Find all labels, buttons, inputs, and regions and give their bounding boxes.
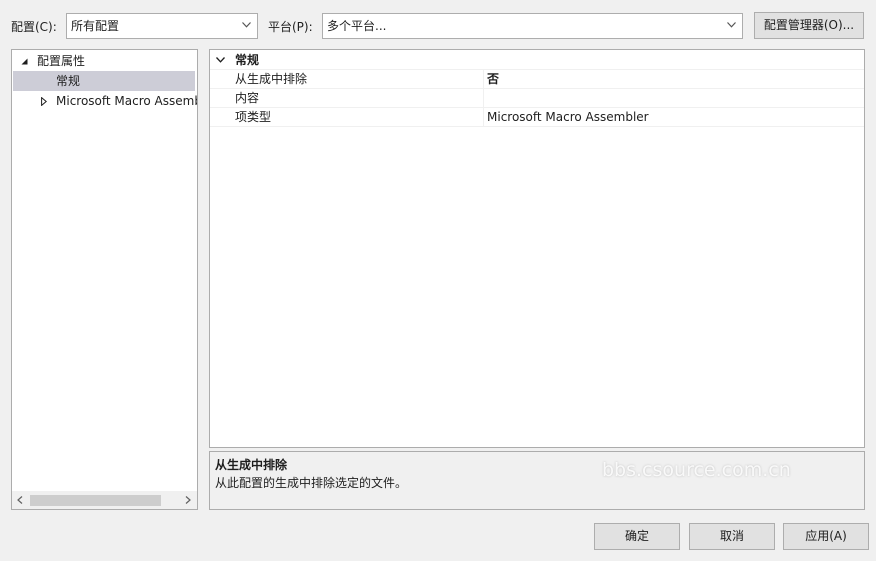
column-divider	[483, 70, 484, 88]
scrollbar-thumb[interactable]	[30, 495, 161, 506]
scroll-right-icon[interactable]	[185, 496, 191, 504]
category-label: 常规	[235, 53, 260, 67]
property-value[interactable]: Microsoft Macro Assembler	[487, 108, 649, 127]
tree-item-label: Microsoft Macro Assembler	[56, 94, 197, 108]
column-divider	[483, 89, 484, 107]
expanded-triangle-icon[interactable]	[21, 58, 28, 65]
apply-button[interactable]: 应用(A)	[783, 523, 869, 550]
collapsed-triangle-icon[interactable]	[41, 97, 47, 106]
tree-item-general[interactable]: 常规	[13, 71, 195, 91]
tree-item-config-properties[interactable]: 配置属性	[12, 51, 197, 71]
description-text: 从此配置的生成中排除选定的文件。	[215, 476, 408, 490]
property-name: 内容	[235, 91, 260, 105]
tree-item-label: 常规	[56, 74, 81, 88]
description-pane: 从生成中排除 从此配置的生成中排除选定的文件。 bbs.csource.com.…	[209, 451, 865, 510]
chevron-down-icon	[727, 22, 736, 28]
config-manager-button[interactable]: 配置管理器(O)...	[754, 12, 864, 39]
config-select[interactable]: 所有配置	[66, 13, 258, 39]
cancel-button[interactable]: 取消	[689, 523, 775, 550]
tree-panel: 配置属性 常规 Microsoft Macro Assembler	[11, 49, 198, 510]
platform-label: 平台(P):	[268, 20, 313, 34]
watermark-text: bbs.csource.com.cn	[602, 459, 791, 481]
chevron-down-icon	[242, 22, 251, 28]
ok-button[interactable]: 确定	[594, 523, 680, 550]
column-divider	[483, 108, 484, 126]
chevron-down-icon[interactable]	[216, 57, 225, 63]
property-grid: 常规 从生成中排除 否 内容 项类型 Microsoft Macro Assem…	[209, 49, 865, 448]
property-name: 项类型	[235, 110, 272, 124]
grid-row-item-type[interactable]: 项类型 Microsoft Macro Assembler	[210, 108, 864, 127]
grid-row-content[interactable]: 内容	[210, 89, 864, 108]
tree-item-masm[interactable]: Microsoft Macro Assembler	[12, 91, 197, 111]
tree-horizontal-scrollbar[interactable]	[12, 491, 197, 509]
tree-item-label: 配置属性	[37, 54, 86, 68]
property-name: 从生成中排除	[235, 72, 308, 86]
config-label: 配置(C):	[11, 20, 57, 34]
property-value[interactable]: 否	[487, 70, 499, 89]
platform-select[interactable]: 多个平台...	[322, 13, 743, 39]
config-select-value: 所有配置	[71, 19, 120, 33]
scroll-left-icon[interactable]	[17, 496, 23, 504]
description-title: 从生成中排除	[215, 458, 288, 472]
grid-row-exclude-from-build[interactable]: 从生成中排除 否	[210, 70, 864, 89]
platform-select-value: 多个平台...	[327, 19, 387, 33]
grid-category-general[interactable]: 常规	[210, 51, 864, 70]
